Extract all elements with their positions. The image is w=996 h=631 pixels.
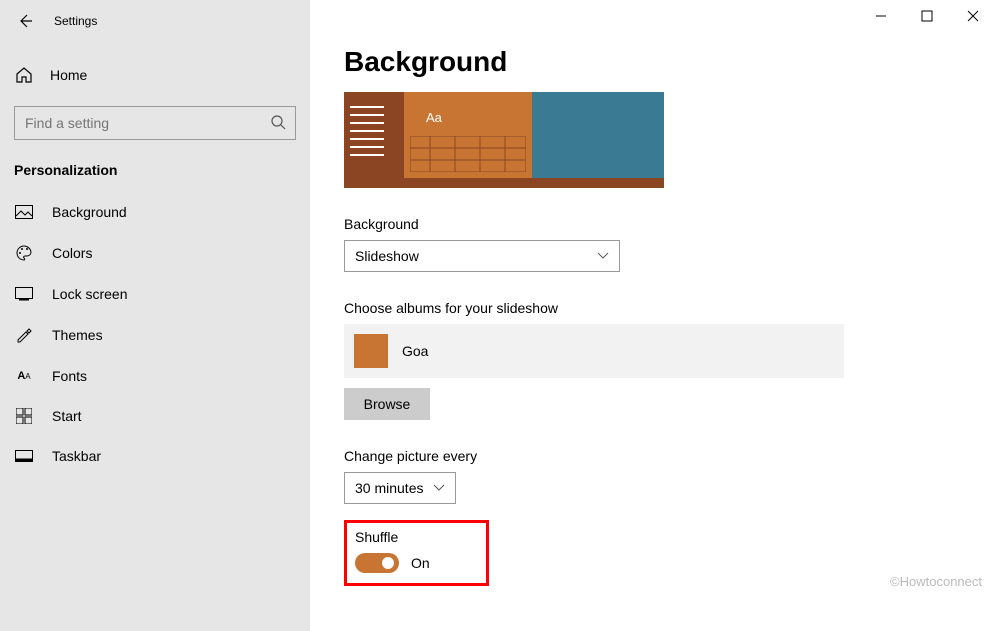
sidebar-item-background[interactable]: Background xyxy=(0,192,310,232)
preview-taskbar xyxy=(344,92,404,178)
shuffle-label: Shuffle xyxy=(355,529,430,545)
sidebar-item-taskbar[interactable]: Taskbar xyxy=(0,436,310,476)
home-icon xyxy=(14,66,34,84)
album-thumbnail xyxy=(354,334,388,368)
titlebar: Settings xyxy=(0,0,310,42)
background-label: Background xyxy=(344,216,996,232)
shuffle-toggle[interactable] xyxy=(355,553,399,573)
desktop-preview: Aa xyxy=(344,92,664,188)
sidebar-item-fonts[interactable]: AA Fonts xyxy=(0,356,310,396)
sidebar-item-colors[interactable]: Colors xyxy=(0,232,310,274)
search-input[interactable] xyxy=(14,106,296,140)
sidebar-item-label: Fonts xyxy=(52,368,87,384)
taskbar-icon xyxy=(14,450,34,462)
close-icon xyxy=(967,10,979,22)
picture-icon xyxy=(14,205,34,219)
maximize-icon xyxy=(921,10,933,22)
close-button[interactable] xyxy=(950,0,996,32)
sidebar-item-lockscreen[interactable]: Lock screen xyxy=(0,274,310,314)
search-wrap xyxy=(14,106,296,140)
preview-window: Aa xyxy=(404,92,532,178)
sidebar-item-label: Start xyxy=(52,408,82,424)
back-button[interactable] xyxy=(10,6,40,36)
shuffle-highlight: Shuffle On xyxy=(344,520,489,586)
sidebar: Settings Home Personalization Background… xyxy=(0,0,310,631)
arrow-left-icon xyxy=(17,13,33,29)
chevron-down-icon xyxy=(433,484,445,492)
palette-icon xyxy=(14,244,34,262)
album-name: Goa xyxy=(402,343,428,359)
maximize-button[interactable] xyxy=(904,0,950,32)
preview-grid-icon xyxy=(410,136,526,172)
themes-icon xyxy=(14,326,34,344)
sidebar-item-label: Taskbar xyxy=(52,448,101,464)
category-label: Personalization xyxy=(14,162,310,178)
album-item[interactable]: Goa xyxy=(344,324,844,378)
sidebar-item-label: Lock screen xyxy=(52,286,127,302)
chevron-down-icon xyxy=(597,252,609,260)
sidebar-item-label: Themes xyxy=(52,327,103,343)
dropdown-value: 30 minutes xyxy=(355,480,423,496)
interval-label: Change picture every xyxy=(344,448,996,464)
interval-dropdown[interactable]: 30 minutes xyxy=(344,472,456,504)
window-controls xyxy=(858,0,996,32)
sidebar-item-label: Colors xyxy=(52,245,92,261)
main-content: Background Aa Background Slideshow Choos… xyxy=(310,0,996,631)
shuffle-state: On xyxy=(411,555,430,571)
minimize-button[interactable] xyxy=(858,0,904,32)
toggle-knob xyxy=(382,557,394,569)
fonts-icon: AA xyxy=(14,370,34,382)
lockscreen-icon xyxy=(14,287,34,301)
home-nav[interactable]: Home xyxy=(0,56,310,94)
watermark: ©Howtoconnect xyxy=(890,574,982,589)
sidebar-item-label: Background xyxy=(52,204,127,220)
browse-button[interactable]: Browse xyxy=(344,388,430,420)
app-title: Settings xyxy=(54,14,97,28)
dropdown-value: Slideshow xyxy=(355,248,419,264)
preview-sample-text: Aa xyxy=(426,110,442,125)
albums-label: Choose albums for your slideshow xyxy=(344,300,996,316)
minimize-icon xyxy=(875,10,887,22)
background-dropdown[interactable]: Slideshow xyxy=(344,240,620,272)
sidebar-item-themes[interactable]: Themes xyxy=(0,314,310,356)
sidebar-item-start[interactable]: Start xyxy=(0,396,310,436)
start-icon xyxy=(14,408,34,424)
page-title: Background xyxy=(344,46,996,78)
preview-desktop xyxy=(532,92,664,178)
home-label: Home xyxy=(50,67,87,83)
